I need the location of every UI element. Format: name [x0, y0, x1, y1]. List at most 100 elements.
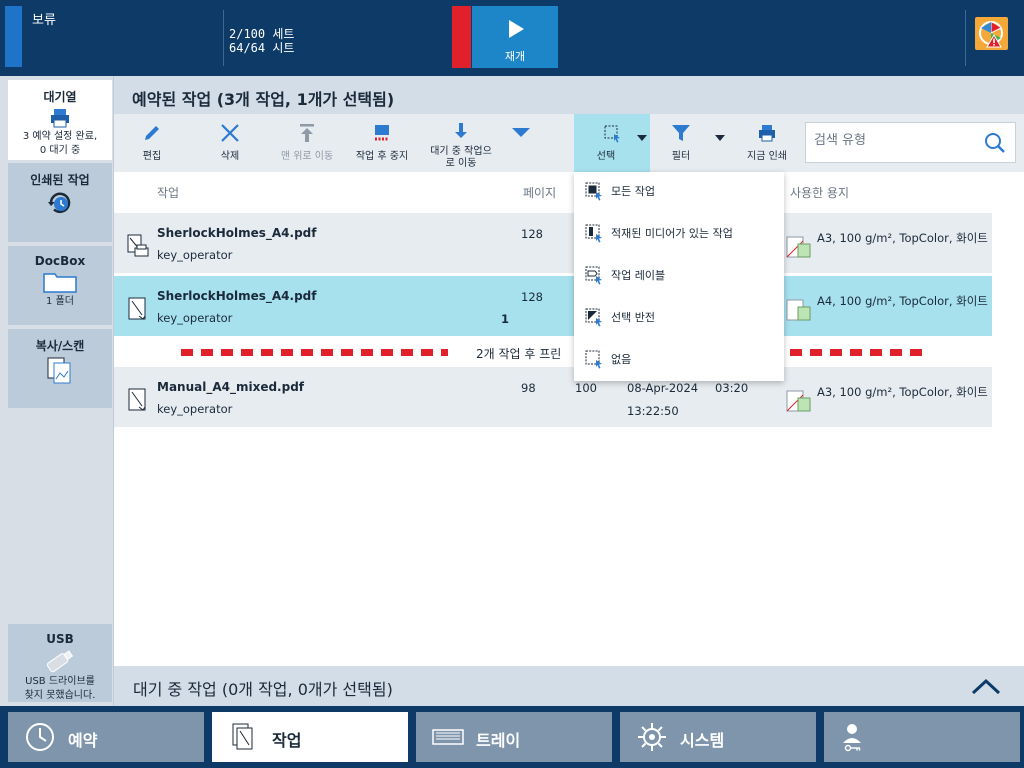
job-media: A4, 100 g/m², TopColor, 화이트: [817, 294, 988, 308]
play-icon: [509, 20, 524, 38]
filter-dropdown-button[interactable]: [710, 114, 730, 172]
nav-tab-schedule[interactable]: 예약: [8, 712, 204, 762]
usb-status: USB 드라이브를: [25, 676, 95, 687]
move-to-waiting-button[interactable]: 대기 중 작업으로 이동: [424, 114, 498, 172]
sidebar-item-docbox[interactable]: DocBox 1 폴더: [8, 246, 112, 325]
sidebar: 대기열 3 예약 설정 완료, 0 대기 중 인쇄된 작업 DocBox 1 폴…: [0, 76, 114, 706]
sheets-counter: 64/64 시트: [229, 41, 295, 55]
table-row-selected[interactable]: SherlockHolmes_A4.pdf key_operator 128 1…: [114, 276, 992, 336]
stop-after-marker: 2개 작업 후 프린: [114, 338, 1024, 368]
arrow-down-icon: [455, 123, 467, 138]
stop-after-job-icon: [375, 125, 389, 141]
menu-item-select-none[interactable]: 없음: [574, 340, 784, 380]
select-dropdown-menu: 모든 작업 적재된 미디어가 있는 작업 작업 레이블 선택 반전 없음: [574, 172, 784, 381]
job-name: Manual_A4_mixed.pdf: [157, 380, 305, 394]
menu-item-label: 작업 레이블: [611, 269, 666, 282]
edit-button[interactable]: 편집: [114, 114, 190, 172]
menu-item-invert-selection[interactable]: 선택 반전: [574, 298, 784, 338]
sidebar-item-label: 대기열: [43, 90, 77, 104]
stop-dashes: [181, 349, 448, 356]
select-all-icon: [585, 182, 602, 201]
select-label: 선택: [596, 151, 616, 162]
search-icon[interactable]: [983, 131, 1007, 155]
content-header: 예약된 작업 (3개 작업, 1개가 선택됨): [114, 76, 1024, 114]
table-row[interactable]: SherlockHolmes_A4.pdf key_operator 128 A…: [114, 213, 992, 273]
select-none-icon: [585, 350, 602, 369]
nav-tab-label: 트레이: [476, 731, 521, 750]
job-date: 08-Apr-2024: [627, 381, 699, 395]
delete-label: 삭제: [220, 151, 240, 162]
job-name: SherlockHolmes_A4.pdf: [157, 289, 317, 303]
bottom-navigation: 예약 작업 트레이 시스템: [0, 706, 1024, 768]
stop-indicator: [452, 6, 471, 68]
stop-after-job-button[interactable]: 작업 후 중지: [348, 114, 416, 172]
select-dropdown-chevron-icon: [637, 135, 647, 141]
menu-item-job-label[interactable]: 작업 레이블: [574, 256, 784, 296]
job-media: A3, 100 g/m², TopColor, 화이트: [817, 385, 988, 399]
close-icon: [221, 124, 239, 142]
filter-button[interactable]: 필터: [652, 114, 710, 172]
waiting-jobs-bar[interactable]: 대기 중 작업 (0개 작업, 0개가 선택됨): [114, 666, 1024, 706]
usb-status: 찾지 못했습니다.: [24, 690, 96, 701]
job-pages: 98: [521, 381, 536, 395]
chevron-up-icon[interactable]: [970, 676, 1002, 696]
sidebar-item-sub: 1 폴더: [46, 296, 74, 307]
sidebar-item-copy-scan[interactable]: 복사/스캔: [8, 329, 112, 408]
sidebar-item-printed[interactable]: 인쇄된 작업: [8, 163, 112, 242]
document-icon: [128, 297, 146, 320]
search-box: [805, 122, 1016, 163]
nav-tab-user[interactable]: [824, 712, 1020, 762]
nav-tab-trays[interactable]: 트레이: [416, 712, 612, 762]
tray-icon: [432, 729, 464, 745]
job-copies: 100: [575, 381, 597, 395]
more-actions-button[interactable]: [506, 114, 536, 172]
sidebar-item-sub: 3 예약 설정 완료,: [22, 131, 98, 142]
usb-label: USB: [46, 632, 74, 646]
job-name: SherlockHolmes_A4.pdf: [157, 226, 317, 240]
print-now-label: 지금 인쇄: [747, 151, 787, 162]
table-row[interactable]: Manual_A4_mixed.pdf key_operator 98 100 …: [114, 367, 992, 427]
sidebar-item-label: 인쇄된 작업: [30, 173, 90, 187]
job-duration: 03:20: [715, 381, 749, 395]
clock-icon: [26, 723, 54, 751]
job-content: 예약된 작업 (3개 작업, 1개가 선택됨) 편집 삭제 맨 위로 이동 작업…: [114, 76, 1024, 706]
select-button[interactable]: 선택: [574, 114, 650, 172]
menu-item-loaded-media[interactable]: 적재된 미디어가 있는 작업: [574, 214, 784, 254]
jobs-icon: [232, 723, 253, 750]
status-indicator: [5, 6, 22, 67]
print-job-doc-icon: [127, 234, 149, 257]
move-top-button[interactable]: 맨 위로 이동: [272, 114, 342, 172]
resume-button[interactable]: 재개: [472, 6, 558, 68]
media-stack-icon: [786, 236, 811, 258]
sidebar-item-label: 복사/스캔: [35, 339, 85, 353]
print-now-button[interactable]: 지금 인쇄: [734, 114, 800, 172]
nav-tab-system[interactable]: 시스템: [620, 712, 816, 762]
pencil-icon: [145, 126, 159, 140]
delete-button[interactable]: 삭제: [190, 114, 270, 172]
move-top-label: 맨 위로 이동: [280, 151, 334, 162]
media-stack-icon: [786, 390, 811, 412]
nav-tab-label: 예약: [68, 731, 98, 750]
job-media: A3, 100 g/m², TopColor, 화이트: [817, 231, 988, 245]
column-header-pages: 페이지: [523, 186, 557, 200]
search-input[interactable]: [814, 133, 979, 148]
menu-item-select-all[interactable]: 모든 작업: [574, 172, 784, 212]
move-top-icon: [300, 124, 314, 142]
sidebar-item-sub: 0 대기 중: [39, 145, 81, 156]
color-wheel-warning-icon[interactable]: [975, 17, 1008, 50]
menu-item-label: 적재된 미디어가 있는 작업: [611, 227, 733, 240]
nav-tab-label: 작업: [272, 731, 302, 750]
divider: [223, 10, 224, 66]
copy-scan-icon: [47, 357, 71, 384]
chevron-down-icon: [715, 135, 725, 141]
user-key-icon: [843, 724, 861, 752]
job-pages: 128: [521, 227, 543, 241]
sidebar-item-usb[interactable]: USB USB 드라이브를 찾지 못했습니다.: [8, 624, 112, 702]
media-stack-icon: [786, 299, 811, 321]
printer-icon: [51, 109, 69, 128]
edit-label: 편집: [142, 151, 162, 162]
invert-selection-icon: [585, 308, 602, 327]
nav-tab-jobs[interactable]: 작업: [212, 712, 408, 762]
sidebar-item-queue[interactable]: 대기열 3 예약 설정 완료, 0 대기 중: [8, 80, 112, 160]
stop-dashes: [790, 349, 924, 356]
